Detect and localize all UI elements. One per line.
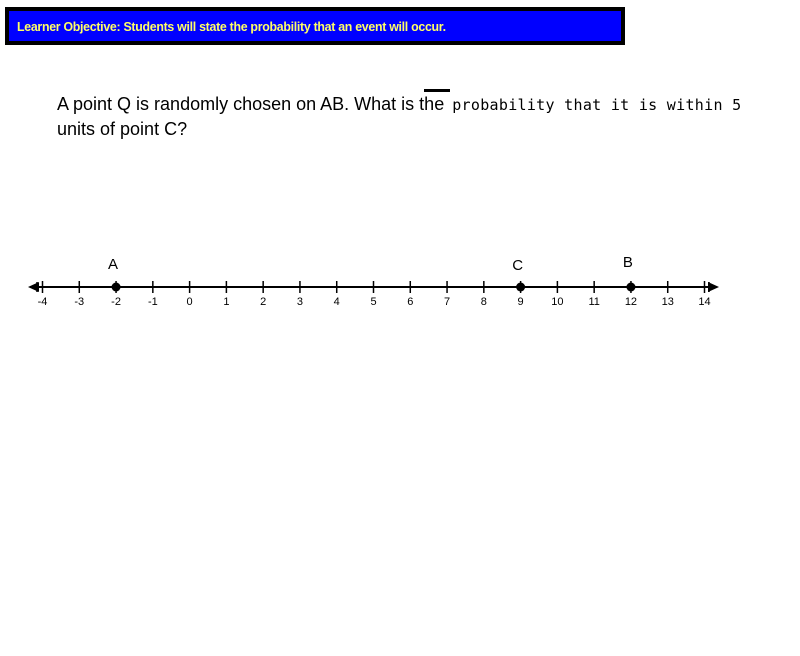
tick-label: 3 — [297, 296, 303, 308]
learner-objective-banner: Learner Objective: Students will state t… — [5, 7, 625, 45]
tick-label: -3 — [74, 296, 84, 308]
tick-label: -4 — [38, 296, 48, 308]
question-line-2: units of point C? — [57, 119, 188, 139]
question-line-1-mono: probability that it is within 5 — [452, 96, 742, 114]
number-line: -4 -3 -2 -1 0 1 2 3 4 5 6 7 8 9 10 11 12 13 14 ACB — [28, 254, 719, 308]
point-b — [626, 282, 636, 292]
point-label-a: A — [108, 256, 118, 273]
tick-label: -1 — [148, 296, 158, 308]
tick-label: -2 — [111, 296, 121, 308]
learner-objective-text: Learner Objective: Students will state t… — [17, 18, 446, 34]
tick-label: 10 — [551, 296, 563, 308]
tick-label: 8 — [481, 296, 487, 308]
tick-label: 11 — [588, 296, 599, 308]
tick-label: 2 — [260, 296, 266, 308]
tick-label: 5 — [370, 296, 376, 308]
point-c — [516, 282, 526, 292]
tick-label: 14 — [698, 296, 710, 308]
tick-label: 0 — [187, 296, 193, 308]
tick-label: 9 — [518, 296, 524, 308]
question-text: A point Q is randomly chosen on AB. What… — [57, 92, 777, 141]
point-a — [111, 282, 121, 292]
tick-label: 6 — [407, 296, 413, 308]
question-line-1-sans: A point Q is randomly chosen on AB. What… — [57, 94, 445, 114]
tick-label: 4 — [334, 296, 340, 308]
tick-label: 1 — [223, 296, 229, 308]
tick-label: 7 — [444, 296, 450, 308]
tick-label: 13 — [662, 296, 674, 308]
question-line-1: A point Q is randomly chosen on AB. What… — [57, 92, 777, 117]
point-label-c: C — [512, 257, 523, 274]
point-label-b: B — [623, 254, 633, 271]
tick-label: 12 — [625, 296, 637, 308]
